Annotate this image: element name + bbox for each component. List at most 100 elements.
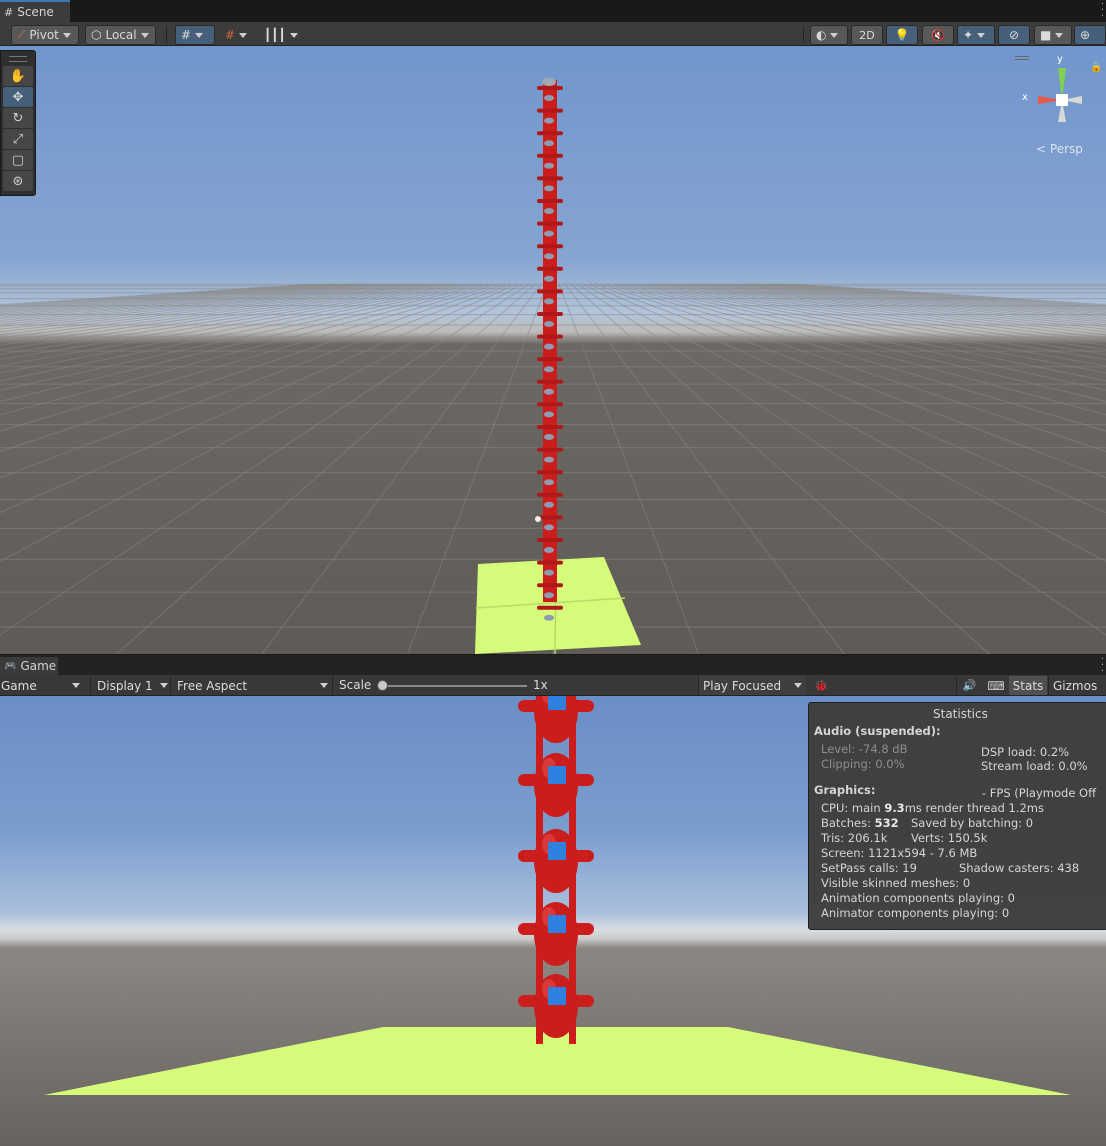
scene-viewport[interactable]: ✋ ✥ ↻ ⤢ ▢ ⊛ 🔒 y x < Persp xyxy=(0,46,1106,654)
tower-joint xyxy=(544,366,554,373)
game-tabbar: 🎮 Game · · · xyxy=(0,655,1106,677)
scale-value: 1x xyxy=(533,678,548,692)
game-view-dropdown[interactable]: Game xyxy=(0,677,84,694)
scene-visibility-button[interactable]: ⊘ xyxy=(998,25,1030,45)
tower-arm xyxy=(537,108,563,113)
tower-arm xyxy=(537,583,563,588)
draw-mode-button[interactable]: ◐ xyxy=(810,25,848,45)
rotate-icon: ↻ xyxy=(12,110,24,126)
grid-line xyxy=(768,283,1106,310)
scene-render xyxy=(0,78,1106,654)
pivot-toggle[interactable]: ⟋ Pivot xyxy=(11,25,79,45)
tower-joint xyxy=(544,411,554,418)
audio-level: Level: -74.8 dB xyxy=(821,742,908,756)
increment-snap-button[interactable]: # xyxy=(219,25,253,45)
cpu-readout: CPU: main 9.3ms render thread 1.2ms xyxy=(821,801,1044,815)
local-toggle[interactable]: ⬡ Local xyxy=(85,25,156,45)
camera-button[interactable]: ■ xyxy=(1034,25,1072,45)
tab-game[interactable]: 🎮 Game xyxy=(0,655,58,675)
projection-label: Persp xyxy=(1049,142,1083,156)
mode-2d-button[interactable]: 2D xyxy=(851,25,883,45)
projection-toggle[interactable]: < Persp xyxy=(1036,142,1083,156)
gizmos-toggle[interactable]: Gizmos xyxy=(1048,676,1106,695)
scale-slider-track[interactable] xyxy=(381,685,527,687)
tower-joint xyxy=(544,479,554,486)
audio-button[interactable]: 🔇 xyxy=(922,25,954,45)
mute-audio-button[interactable]: 🔊 xyxy=(956,676,982,695)
grid-line xyxy=(0,283,446,351)
setpass-readout: SetPass calls: 19 xyxy=(821,861,917,875)
tower-arm xyxy=(537,538,563,542)
dsp-load: DSP load: 0.2% xyxy=(981,745,1070,759)
chevron-down-icon xyxy=(140,32,149,38)
rotate-tool-button[interactable]: ↻ xyxy=(3,108,33,128)
tower-arm xyxy=(537,402,563,407)
grid-line xyxy=(0,283,482,391)
divider xyxy=(803,27,804,43)
grid-line xyxy=(0,283,332,309)
grid-line xyxy=(714,283,1106,323)
shading-icon: ◐ xyxy=(816,28,827,42)
gizmo-icon: ⊕ xyxy=(1080,28,1091,42)
tower-arm xyxy=(537,560,563,565)
tower-arm xyxy=(537,379,563,384)
effects-button[interactable]: ✦ xyxy=(957,25,995,45)
scene-toolbar: ⟋ Pivot ⬡ Local # # ┃┃┃ ◐ 2D 💡 🔇 ✦ ⊘ ■ ⊕ xyxy=(0,22,1106,46)
hand-icon: ✋ xyxy=(9,68,27,84)
scale-label: Scale xyxy=(339,678,372,692)
orientation-gizmo[interactable]: 🔒 y x < Persp xyxy=(1012,54,1106,164)
grid-line xyxy=(0,283,374,318)
tower-arm xyxy=(537,425,563,429)
scale-tool-button[interactable]: ⤢ xyxy=(3,129,33,149)
tab-scene[interactable]: # Scene xyxy=(0,0,70,22)
more-options-icon[interactable]: · · · xyxy=(1101,655,1104,677)
stats-button[interactable]: Stats xyxy=(1009,676,1047,695)
transform-tool-button[interactable]: ⊛ xyxy=(3,171,33,191)
chevron-down-icon xyxy=(830,32,839,38)
camera-icon: ■ xyxy=(1040,28,1052,42)
batches-prefix: Batches: xyxy=(821,816,875,830)
gamepad-icon: 🎮 xyxy=(4,660,17,672)
grid-line xyxy=(0,283,416,333)
grid-line xyxy=(720,283,1106,321)
ruler-button[interactable]: ┃┃┃ xyxy=(258,25,298,45)
statistics-title: Statistics xyxy=(933,707,988,721)
play-mode-dropdown[interactable]: Play Focused xyxy=(698,676,806,695)
gizmos-button[interactable]: ⊕ xyxy=(1074,25,1106,45)
tower-arm xyxy=(537,470,563,475)
tower-arm xyxy=(537,266,563,271)
shortcuts-button[interactable]: ⌨ xyxy=(983,676,1009,695)
move-tool-button[interactable]: ✥ xyxy=(3,87,33,107)
grid-line xyxy=(0,283,392,323)
scale-slider-handle[interactable] xyxy=(377,680,388,691)
fps-readout: - FPS (Playmode Off xyxy=(982,786,1097,800)
chevron-down-icon xyxy=(72,683,80,688)
tower-arm xyxy=(537,289,563,294)
drag-handle[interactable] xyxy=(9,56,27,62)
tower-arm xyxy=(537,221,563,226)
aspect-dropdown[interactable]: Free Aspect xyxy=(170,677,332,694)
verts-readout: Verts: 150.5k xyxy=(911,831,988,845)
move-icon: ✥ xyxy=(12,89,24,105)
view-tool-button[interactable]: ✋ xyxy=(3,66,33,86)
robot-screen xyxy=(548,987,566,1005)
game-view-label: Game xyxy=(1,678,37,693)
grid-line xyxy=(0,283,380,320)
display-label: Display 1 xyxy=(97,678,153,693)
grid-icon: # xyxy=(4,5,14,19)
grid-line xyxy=(690,283,1106,333)
tower-joint xyxy=(544,162,554,169)
chevron-down-icon xyxy=(320,683,328,688)
scale-icon: ⤢ xyxy=(12,131,24,147)
more-options-icon[interactable]: · · · xyxy=(1101,0,1104,22)
lighting-button[interactable]: 💡 xyxy=(886,25,918,45)
grid-line xyxy=(115,283,536,654)
display-dropdown[interactable]: Display 1 xyxy=(90,677,170,694)
rect-tool-button[interactable]: ▢ xyxy=(3,150,33,170)
grid-snap-button[interactable]: # xyxy=(175,25,215,45)
frame-debugger-button[interactable]: 🐞 xyxy=(808,676,834,695)
statistics-panel: Statistics Audio (suspended): Level: -74… xyxy=(808,702,1106,930)
grid-line xyxy=(732,283,1106,318)
tower-arm xyxy=(537,492,563,497)
divider xyxy=(166,27,167,43)
